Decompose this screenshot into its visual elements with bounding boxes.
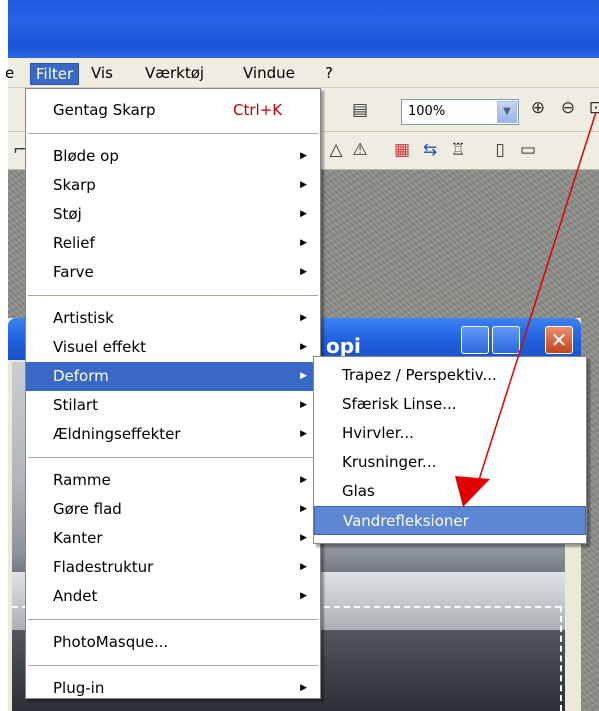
menu-vis[interactable]: Vis xyxy=(86,63,118,85)
menu-item-label: Artistisk xyxy=(53,309,114,327)
menu-item-label: Ramme xyxy=(53,471,111,489)
menu-item-stoej[interactable]: Støj ▶ xyxy=(26,200,320,229)
menu-separator xyxy=(28,457,318,458)
zoom-in-icon[interactable]: ⊕ xyxy=(526,96,550,120)
submenu-arrow-icon: ▶ xyxy=(300,475,307,485)
menu-item-gentag-skarp[interactable]: Gentag Skarp Ctrl+K xyxy=(26,96,320,125)
menu-item-goere-flad[interactable]: Gøre flad ▶ xyxy=(26,495,320,524)
image-window-title: opi xyxy=(326,334,361,358)
submenu-arrow-icon: ▶ xyxy=(300,238,307,248)
menu-item-label: Støj xyxy=(53,205,82,223)
menu-vindue[interactable]: Vindue xyxy=(238,63,300,85)
submenu-arrow-icon: ▶ xyxy=(300,209,307,219)
menu-item-visuel-effekt[interactable]: Visuel effekt ▶ xyxy=(26,333,320,362)
submenu-arrow-icon: ▶ xyxy=(300,371,307,381)
menu-item-ramme[interactable]: Ramme ▶ xyxy=(26,466,320,495)
app-title-bar xyxy=(8,0,599,58)
maximize-button[interactable] xyxy=(492,326,520,354)
submenu-arrow-icon: ▶ xyxy=(300,429,307,439)
menu-edit-partial[interactable]: e xyxy=(0,63,19,85)
menu-item-krusninger[interactable]: Krusninger... xyxy=(314,448,586,477)
submenu-arrow-icon: ▶ xyxy=(300,562,307,572)
book-icon[interactable]: ▯ xyxy=(488,138,512,162)
triangle-alt-icon[interactable]: ⚠ xyxy=(348,138,372,162)
menu-item-label: Andet xyxy=(53,587,98,605)
menu-separator xyxy=(28,295,318,296)
menu-item-label: Skarp xyxy=(53,176,96,194)
deform-submenu: Trapez / Perspektiv... Sfærisk Linse... … xyxy=(313,356,587,544)
close-button[interactable]: ✕ xyxy=(545,326,573,354)
menu-item-sfaerisk-linse[interactable]: Sfærisk Linse... xyxy=(314,390,586,419)
menu-item-bloede-op[interactable]: Bløde op ▶ xyxy=(26,142,320,171)
menu-item-artistisk[interactable]: Artistisk ▶ xyxy=(26,304,320,333)
menu-filter[interactable]: Filter xyxy=(30,63,80,85)
rgb-adjust-icon[interactable]: ▦ xyxy=(390,138,414,162)
desktop-edge xyxy=(0,0,8,711)
menu-item-vandrefleksioner[interactable]: Vandrefleksioner xyxy=(314,506,586,535)
menu-item-label: Gentag Skarp xyxy=(53,101,156,119)
filter-menu: Gentag Skarp Ctrl+K Bløde op ▶ Skarp ▶ Stø… xyxy=(25,88,321,699)
submenu-arrow-icon: ▶ xyxy=(300,180,307,190)
submenu-arrow-icon: ▶ xyxy=(300,151,307,161)
menu-item-label: Fladestruktur xyxy=(53,558,154,576)
menu-item-deform[interactable]: Deform ▶ xyxy=(26,362,320,391)
menu-item-plug-in[interactable]: Plug-in ▶ xyxy=(26,674,320,703)
menu-item-fladestruktur[interactable]: Fladestruktur ▶ xyxy=(26,553,320,582)
menu-item-label: Kanter xyxy=(53,529,103,547)
submenu-arrow-icon: ▶ xyxy=(300,342,307,352)
zoom-value: 100% xyxy=(408,104,446,119)
menu-item-photomasque[interactable]: PhotoMasque... xyxy=(26,628,320,657)
menu-item-trapez-perspektiv[interactable]: Trapez / Perspektiv... xyxy=(314,361,586,390)
submenu-arrow-icon: ▶ xyxy=(300,683,307,693)
zoom-fit-icon[interactable]: ⊡ xyxy=(584,96,599,120)
panel-icon[interactable]: ▭ xyxy=(516,138,540,162)
menu-bar: e Filter Vis Værktøj Vindue ? xyxy=(5,58,599,88)
menu-item-hvirvler[interactable]: Hvirvler... xyxy=(314,419,586,448)
triangle-icon[interactable]: △ xyxy=(324,138,348,162)
flip-horizontal-icon[interactable]: ⇆ xyxy=(418,138,442,162)
menu-item-andet[interactable]: Andet ▶ xyxy=(26,582,320,611)
menu-item-label: Visuel effekt xyxy=(53,338,146,356)
menu-item-label: Farve xyxy=(53,263,94,281)
menu-help[interactable]: ? xyxy=(320,63,338,85)
menu-separator xyxy=(28,619,318,620)
zoom-combo[interactable]: 100% ▼ xyxy=(401,99,519,125)
selection-marquee-right xyxy=(560,606,562,711)
close-icon: ✕ xyxy=(550,328,568,352)
chevron-down-icon[interactable]: ▼ xyxy=(497,101,517,123)
menu-separator xyxy=(28,665,318,666)
menu-item-label: Deform xyxy=(53,367,109,385)
menu-item-label: Stilart xyxy=(53,396,98,414)
submenu-arrow-icon: ▶ xyxy=(300,533,307,543)
menu-item-label: Bløde op xyxy=(53,147,119,165)
figure-icon[interactable]: ♖ xyxy=(446,138,470,162)
menu-item-glas[interactable]: Glas xyxy=(314,477,586,506)
submenu-arrow-icon: ▶ xyxy=(300,504,307,514)
menu-item-farve[interactable]: Farve ▶ xyxy=(26,258,320,287)
menu-separator xyxy=(28,133,318,134)
submenu-arrow-icon: ▶ xyxy=(300,400,307,410)
menu-item-skarp[interactable]: Skarp ▶ xyxy=(26,171,320,200)
menu-item-label: Ældningseffekter xyxy=(53,425,181,443)
menu-item-label: Relief xyxy=(53,234,95,252)
menu-item-aeldningseffekter[interactable]: Ældningseffekter ▶ xyxy=(26,420,320,449)
shortcut-label: Ctrl+K xyxy=(233,101,283,119)
zoom-out-icon[interactable]: ⊖ xyxy=(556,96,580,120)
submenu-arrow-icon: ▶ xyxy=(300,313,307,323)
menu-vaerktoej[interactable]: Værktøj xyxy=(140,63,209,85)
menu-item-relief[interactable]: Relief ▶ xyxy=(26,229,320,258)
menu-item-stilart[interactable]: Stilart ▶ xyxy=(26,391,320,420)
menu-item-label: PhotoMasque... xyxy=(53,633,169,651)
screen-mode-icon[interactable]: ▤ xyxy=(348,98,372,122)
menu-item-label: Plug-in xyxy=(53,679,105,697)
submenu-arrow-icon: ▶ xyxy=(300,591,307,601)
submenu-arrow-icon: ▶ xyxy=(300,267,307,277)
menu-item-kanter[interactable]: Kanter ▶ xyxy=(26,524,320,553)
minimize-button[interactable] xyxy=(461,326,489,354)
menu-item-label: Gøre flad xyxy=(53,500,122,518)
